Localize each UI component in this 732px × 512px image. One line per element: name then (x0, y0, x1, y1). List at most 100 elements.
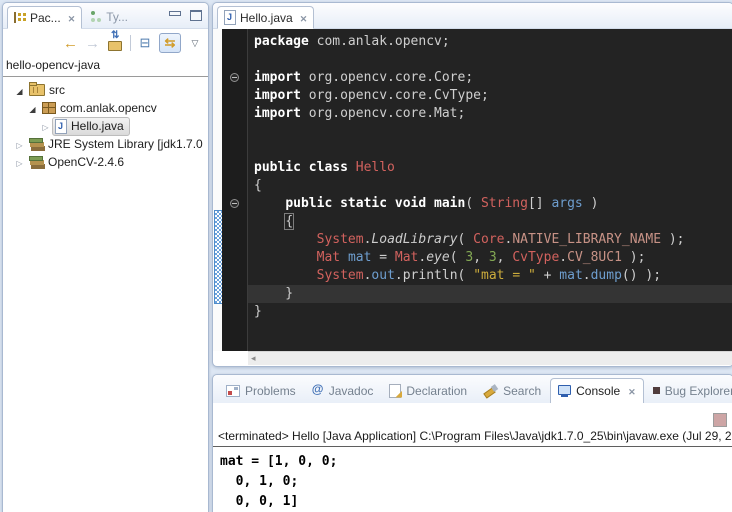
code-line: { (248, 213, 732, 231)
tab-pac[interactable]: Pac... (7, 6, 82, 29)
tree-item-label: JRE System Library [jdk1.7.0 (48, 137, 203, 151)
code-token: mat (348, 250, 371, 265)
tree-item-label: Hello.java (71, 119, 124, 133)
package-explorer-tabbar: Pac...Ty... (3, 3, 208, 29)
tab-javadoc[interactable]: Javadoc (305, 378, 381, 403)
tree-expand-arrow[interactable] (13, 137, 26, 151)
code-line (248, 123, 732, 141)
code-token: org.opencv.core.CvType; (301, 88, 489, 103)
tree-item-content: com.anlak.opencv (39, 99, 163, 117)
tab-console[interactable]: Console (550, 378, 644, 403)
code-editor[interactable]: package com.anlak.opencv;import org.open… (213, 29, 732, 351)
code-token: } (254, 286, 293, 301)
code-token (254, 196, 285, 211)
type-hierarchy-icon (90, 11, 102, 23)
code-line: System.LoadLibrary( Core.NATIVE_LIBRARY_… (248, 231, 732, 249)
tab-declaration[interactable]: Declaration (382, 378, 474, 403)
code-token: ( (450, 250, 466, 265)
tab-problems[interactable]: Problems (219, 378, 303, 403)
code-token: Mat (317, 250, 340, 265)
code-line: import org.opencv.core.Mat; (248, 105, 732, 123)
code-token: import (254, 106, 301, 121)
editor-tab-hello-java[interactable]: Hello.java (217, 6, 314, 29)
code-token: . (559, 250, 567, 265)
code-token (340, 250, 348, 265)
code-token: () ); (622, 268, 661, 283)
code-token: LoadLibrary (371, 232, 457, 247)
tab-search[interactable]: Search (476, 378, 548, 403)
console-output-line: mat = [1, 0, 0; (220, 452, 337, 472)
code-token: { (285, 214, 293, 229)
fold-collapse-icon[interactable] (230, 199, 239, 208)
maximize-icon[interactable] (190, 10, 202, 21)
collapse-all-button[interactable] (138, 35, 152, 51)
code-area[interactable]: package com.anlak.opencv;import org.open… (248, 29, 732, 351)
back-button[interactable] (63, 35, 78, 51)
tree-item[interactable]: JRE System Library [jdk1.7.0 (3, 135, 208, 153)
code-token: out (371, 268, 394, 283)
code-token: String (481, 196, 528, 211)
code-token: args (551, 196, 582, 211)
tree-collapse-arrow[interactable] (13, 83, 26, 97)
view-window-buttons (169, 10, 202, 21)
horizontal-scrollbar[interactable] (248, 351, 732, 365)
fold-collapse-icon[interactable] (230, 73, 239, 82)
code-line: System.out.println( "mat = " + mat.dump(… (248, 267, 732, 285)
code-line (248, 51, 732, 69)
console-view: <terminated> Hello [Java Application] C:… (213, 403, 732, 512)
close-icon[interactable] (628, 384, 636, 398)
toolbar-separator (130, 35, 131, 51)
tree-item[interactable]: OpenCV-2.4.6 (3, 153, 208, 171)
forward-button[interactable] (85, 35, 100, 51)
tab-bug-explorer[interactable]: Bug Explorer (646, 378, 732, 403)
tree-item[interactable]: Hello.java (3, 117, 208, 135)
code-token: . (583, 268, 591, 283)
tree-item-content: JRE System Library [jdk1.7.0 (26, 135, 209, 153)
code-token: println (403, 268, 458, 283)
tree-item[interactable]: com.anlak.opencv (3, 99, 208, 117)
console-panel: Problems JavadocDeclarationSearch Console B… (212, 374, 732, 512)
tree-item[interactable]: src (3, 81, 208, 99)
code-token: CvType (512, 250, 559, 265)
fold-ruler (222, 29, 248, 351)
code-token: { (254, 178, 262, 193)
code-token (254, 268, 317, 283)
tree-collapse-arrow[interactable] (26, 101, 39, 115)
code-token: ( (458, 232, 474, 247)
console-output-line: 0, 0, 1] (220, 492, 337, 512)
code-token: com.anlak.opencv; (309, 34, 450, 49)
code-token (254, 214, 285, 229)
link-with-editor-button[interactable] (159, 33, 181, 53)
tab-label: Bug Explorer (665, 384, 732, 398)
code-token: + (536, 268, 559, 283)
code-token: NATIVE_LIBRARY_NAME (512, 232, 661, 247)
code-line: import org.opencv.core.CvType; (248, 87, 732, 105)
code-token: 3 (489, 250, 497, 265)
code-token: import (254, 88, 301, 103)
tab-label: Problems (245, 384, 296, 398)
view-menu-button[interactable] (188, 35, 202, 51)
terminate-button[interactable] (713, 413, 727, 427)
code-token: mat (559, 268, 582, 283)
console-status: <terminated> Hello [Java Application] C:… (213, 429, 732, 447)
code-token: org.opencv.core.Mat; (301, 106, 465, 121)
javadoc-icon (312, 384, 324, 397)
package-explorer-icon (14, 12, 26, 23)
package-explorer-toolbar (3, 29, 208, 55)
minimize-icon[interactable] (169, 10, 181, 21)
project-label: hello-opencv-java (3, 55, 208, 77)
tab-ty[interactable]: Ty... (84, 5, 134, 28)
code-line: public class Hello (248, 159, 732, 177)
up-button[interactable] (107, 35, 123, 51)
tree-item-content: Hello.java (52, 117, 130, 136)
tree-expand-arrow[interactable] (39, 119, 52, 133)
package-explorer-panel: Pac...Ty... hello-opencv-java srccom.anl… (2, 2, 209, 512)
bug-icon (653, 387, 660, 394)
tree-expand-arrow[interactable] (13, 155, 26, 169)
console-output: mat = [1, 0, 0; 0, 1, 0; 0, 0, 1] (220, 452, 337, 512)
close-icon[interactable] (300, 11, 308, 25)
tab-label: Console (576, 384, 620, 398)
java-file-icon (224, 10, 236, 25)
code-token (254, 232, 317, 247)
close-icon[interactable] (68, 11, 76, 25)
